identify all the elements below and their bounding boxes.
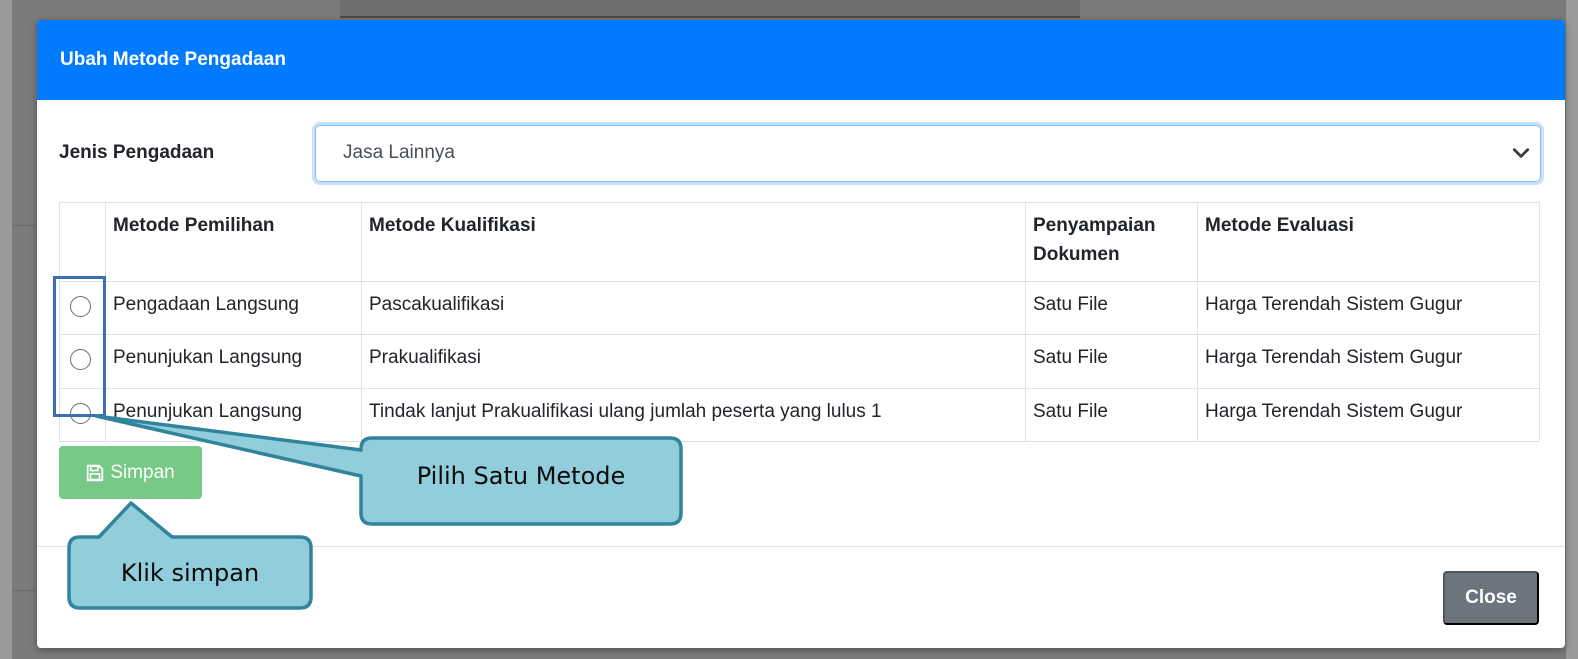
jenis-pengadaan-value: Jasa Lainnya (343, 142, 455, 163)
backdrop-divider (12, 590, 36, 591)
ubah-metode-modal: Ubah Metode Pengadaan Jenis Pengadaan Ja… (37, 20, 1565, 648)
close-button[interactable]: Close (1443, 571, 1539, 625)
chevron-down-icon (1512, 148, 1530, 158)
cell-metode-pemilihan: Pengadaan Langsung (105, 280, 362, 336)
table-row[interactable]: Penunjukan Langsung Tindak lanjut Prakua… (59, 387, 1540, 443)
cell-penyampaian-dokumen: Satu File (1025, 280, 1198, 336)
metode-table: Metode Pemilihan Metode Kualifikasi Peny… (59, 202, 1540, 443)
modal-footer-divider (37, 546, 1565, 547)
header-metode-pemilihan: Metode Pemilihan (105, 202, 362, 282)
cell-metode-evaluasi: Harga Terendah Sistem Gugur (1197, 334, 1540, 389)
cell-penyampaian-dokumen: Satu File (1025, 387, 1198, 443)
jenis-pengadaan-row: Jenis Pengadaan Jasa Lainnya (59, 124, 1541, 182)
modal-title: Ubah Metode Pengadaan (60, 49, 286, 70)
jenis-pengadaan-label: Jenis Pengadaan (59, 142, 215, 163)
simpan-button[interactable]: Simpan (59, 446, 202, 499)
cell-metode-evaluasi: Harga Terendah Sistem Gugur (1197, 280, 1540, 336)
cell-metode-evaluasi: Harga Terendah Sistem Gugur (1197, 387, 1540, 443)
simpan-label: Simpan (110, 461, 175, 483)
pilih-metode-callout-text: Pilih Satu Metode (416, 462, 626, 490)
backdrop-left-edge (0, 0, 12, 659)
cell-metode-kualifikasi: Pascakualifikasi (361, 280, 1026, 336)
header-penyampaian-dokumen: Penyampaian Dokumen (1025, 202, 1198, 282)
table-header-row: Metode Pemilihan Metode Kualifikasi Peny… (59, 202, 1540, 282)
header-radio (59, 202, 106, 282)
cell-metode-pemilihan: Penunjukan Langsung (105, 387, 362, 443)
table-row[interactable]: Penunjukan Langsung Prakualifikasi Satu … (59, 334, 1540, 389)
close-label: Close (1465, 587, 1517, 608)
backdrop-right-edge (1566, 0, 1578, 659)
jenis-pengadaan-select[interactable]: Jasa Lainnya (315, 124, 1541, 182)
cell-metode-kualifikasi: Prakualifikasi (361, 334, 1026, 389)
save-icon (87, 464, 104, 481)
cell-penyampaian-dokumen: Satu File (1025, 334, 1198, 389)
cell-metode-kualifikasi: Tindak lanjut Prakualifikasi ulang jumla… (361, 387, 1026, 443)
radio-column-highlight (53, 276, 106, 417)
modal-header: Ubah Metode Pengadaan (37, 20, 1565, 100)
cell-metode-pemilihan: Penunjukan Langsung (105, 334, 362, 389)
backdrop-divider (12, 225, 36, 226)
table-row[interactable]: Pengadaan Langsung Pascakualifikasi Satu… (59, 280, 1540, 336)
header-metode-evaluasi: Metode Evaluasi (1197, 202, 1540, 282)
header-metode-kualifikasi: Metode Kualifikasi (361, 202, 1026, 282)
backdrop-top-strip (340, 0, 1080, 18)
klik-simpan-callout-text: Klik simpan (120, 559, 260, 587)
